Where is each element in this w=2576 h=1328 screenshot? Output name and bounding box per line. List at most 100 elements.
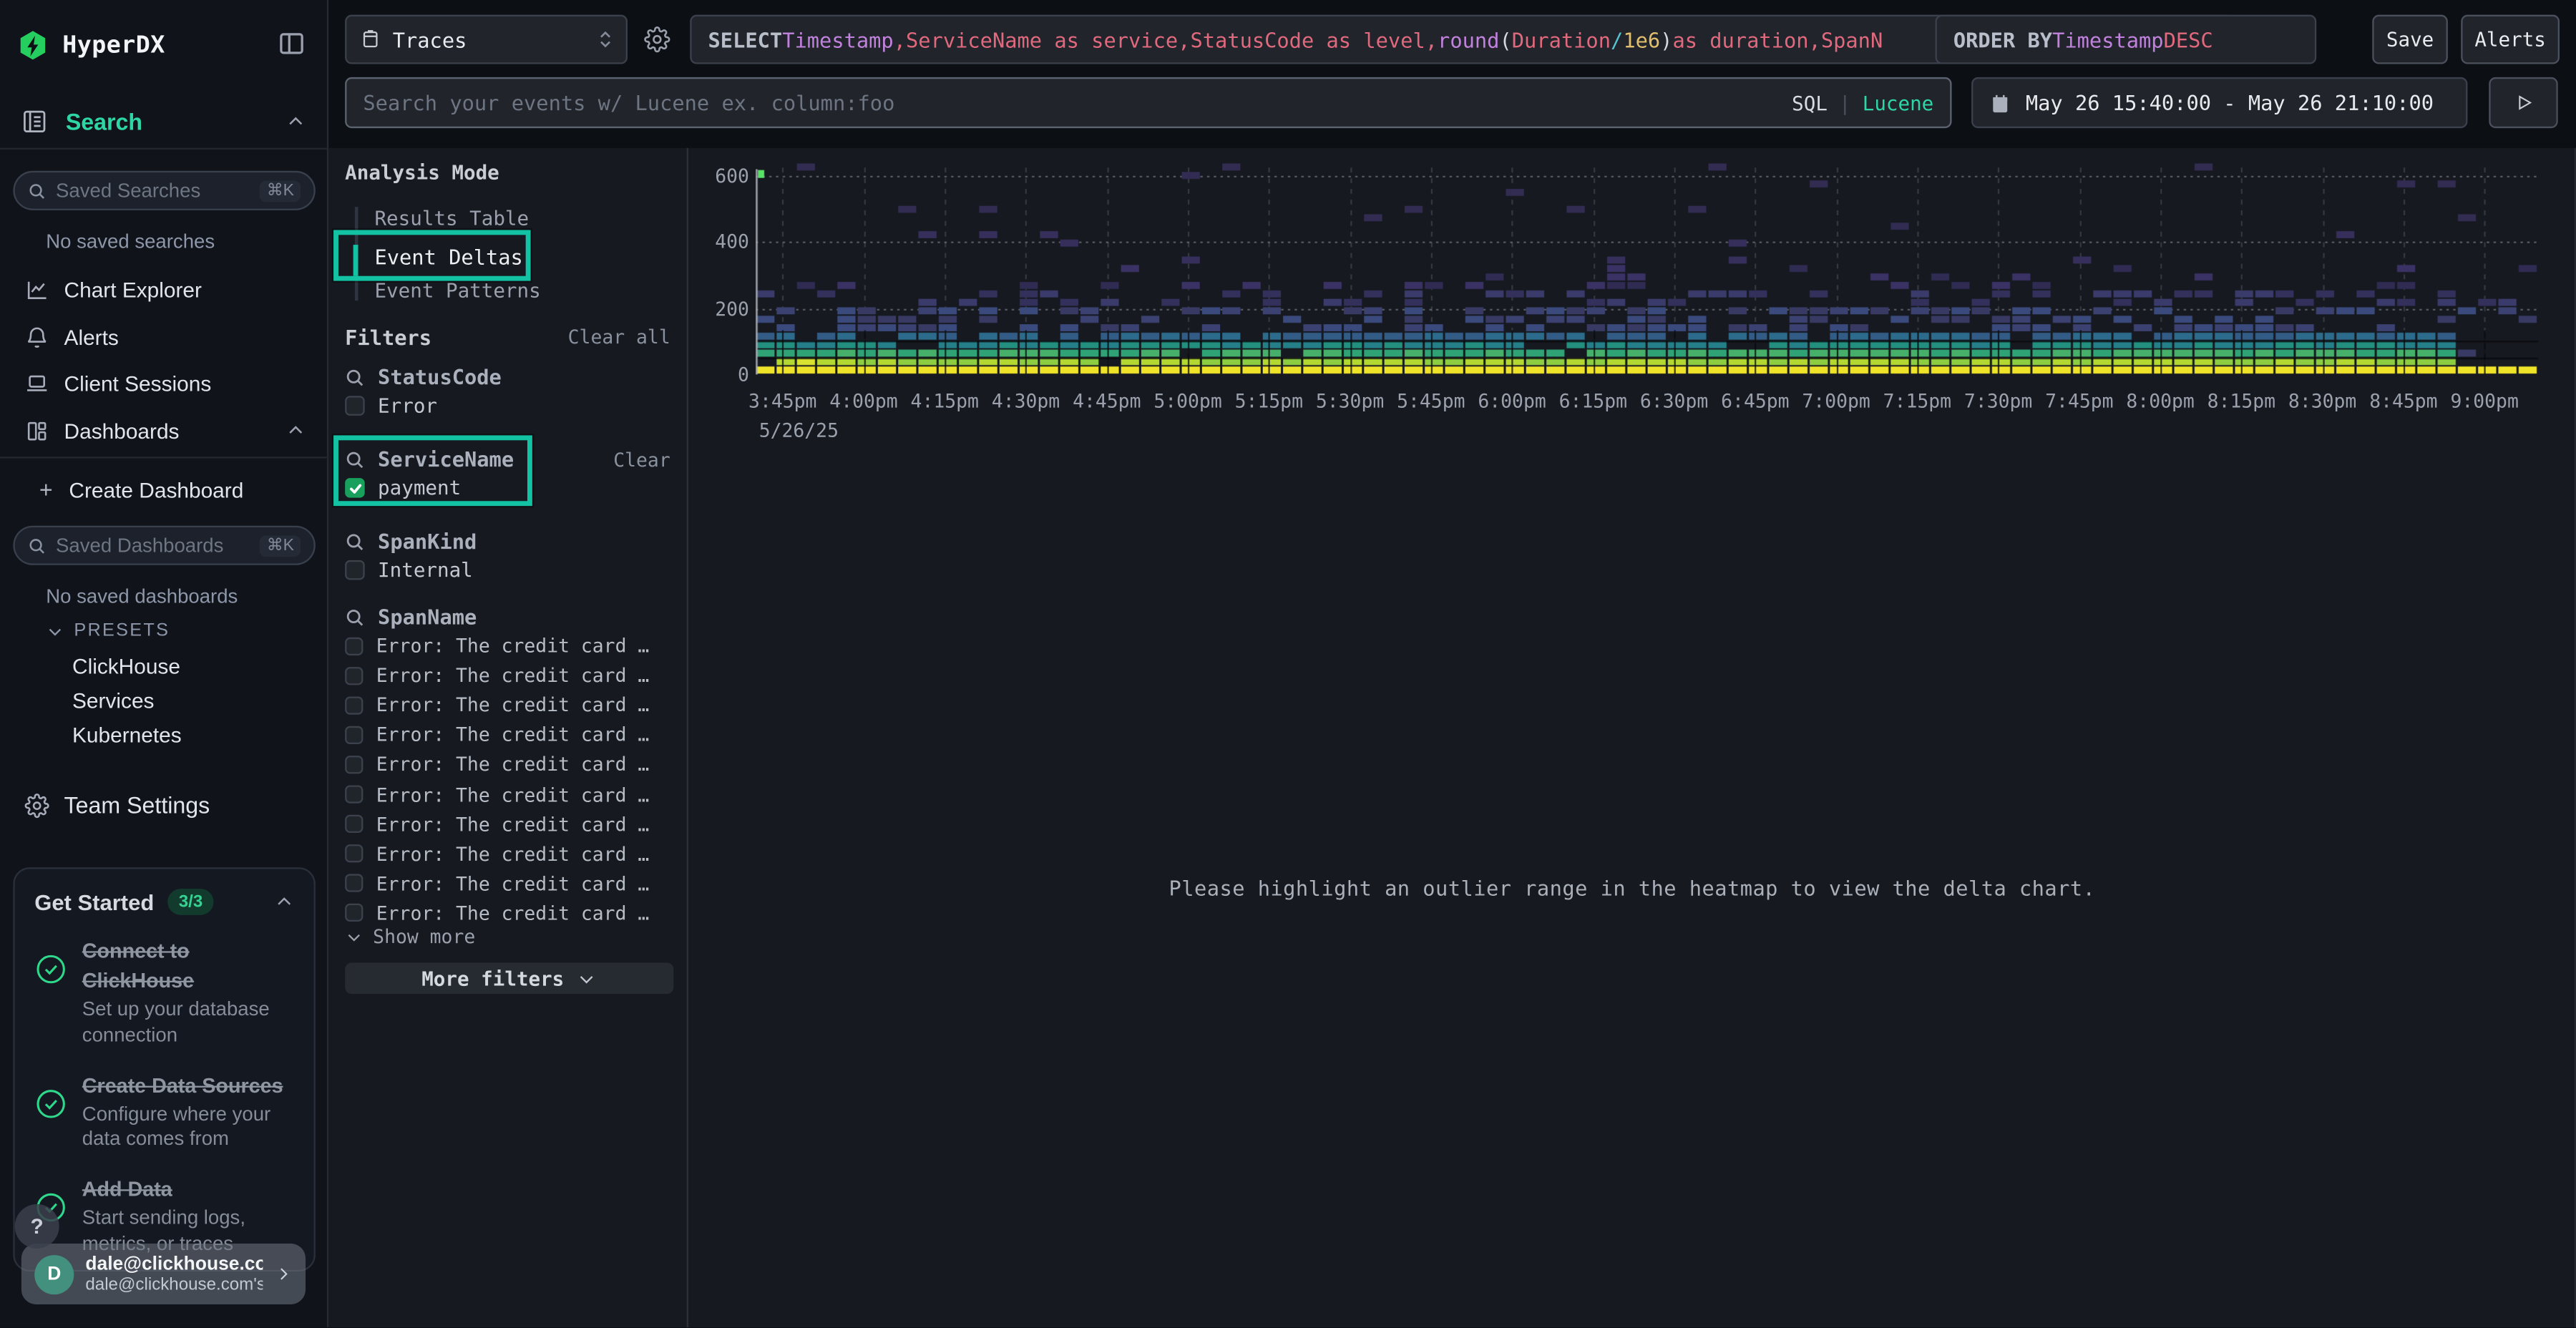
more-filters-button[interactable]: More filters [345,962,673,994]
chevron-down-icon [345,927,363,945]
filter-option-payment[interactable]: payment [345,477,461,499]
chevron-up-icon[interactable] [286,421,306,441]
sql-token: Timestamp [782,27,894,52]
spanname-option[interactable]: Error: The credit card … [345,902,649,924]
filter-option-internal[interactable]: Internal [345,559,473,582]
checkbox-unchecked[interactable] [345,904,363,922]
x-axis-tick-label: 5:15pm [1235,389,1303,412]
show-more-button[interactable]: Show more [345,925,475,948]
x-axis-tick-label: 7:45pm [2045,389,2113,412]
sidebar-item-chart-explorer[interactable]: Chart Explorer [0,268,328,311]
spanname-option[interactable]: Error: The credit card … [345,842,649,865]
spanname-option[interactable]: Error: The credit card … [345,693,649,716]
sidebar-item-client-sessions[interactable]: Client Sessions [0,361,328,404]
filter-group-spankind: SpanKind [345,529,477,553]
search-icon [345,367,365,387]
checkbox-unchecked[interactable] [345,396,365,416]
sql-token: , [894,27,906,52]
x-axis-tick-label: 7:15pm [1883,389,1951,412]
search-icon [345,532,365,552]
logo[interactable]: HyperDX [16,26,312,66]
search-icon [345,449,365,469]
filter-option-error[interactable]: Error [345,394,437,417]
duration-heatmap-canvas[interactable] [756,160,2538,375]
checkbox-unchecked[interactable] [345,756,363,773]
search-icon [28,537,46,555]
filter-option-label: Error: The credit card … [376,753,650,776]
search-input[interactable]: Search your events w/ Lucene ex. column:… [345,77,1951,128]
saved-dashboards-placeholder: Saved Dashboards [56,534,250,557]
sidebar-item-dashboards[interactable]: Dashboards [0,409,328,452]
x-axis-tick-label: 7:30pm [1964,389,2032,412]
collapse-sidebar-icon[interactable] [278,29,306,57]
clear-servicename-button[interactable]: Clear [613,449,670,472]
lucene-mode-toggle[interactable]: Lucene [1863,91,1934,114]
source-select-value: Traces [393,27,587,52]
checkbox-unchecked[interactable] [345,560,365,580]
sidebar-item-alerts[interactable]: Alerts [0,316,328,358]
sql-mode-toggle[interactable]: SQL [1792,91,1828,114]
clear-all-button[interactable]: Clear all [568,326,670,348]
spanname-option[interactable]: Error: The credit card … [345,813,649,836]
source-select[interactable]: Traces [345,15,628,64]
divider [0,456,328,458]
spanname-option[interactable]: Error: The credit card … [345,753,649,776]
create-dashboard-button[interactable]: + Create Dashboard [0,468,328,511]
get-started-item-title: Create Data Sources [82,1074,283,1097]
filter-option-label: Error: The credit card … [376,783,650,806]
checkbox-unchecked[interactable] [345,637,363,655]
checkbox-unchecked[interactable] [345,696,363,714]
mode-event-patterns[interactable]: Event Patterns [374,279,540,302]
mode-event-deltas[interactable]: Event Deltas [374,245,522,269]
sidebar-item-clickhouse[interactable]: ClickHouse [72,654,180,678]
spanname-option[interactable]: Error: The credit card … [345,664,649,687]
alerts-button[interactable]: Alerts [2461,15,2560,64]
help-button[interactable]: ? [15,1204,59,1249]
spanname-option[interactable]: Error: The credit card … [345,783,649,806]
sidebar-item-label: Chart Explorer [64,277,202,301]
sidebar-item-kubernetes[interactable]: Kubernetes [72,723,182,747]
check-circle-icon [34,1070,67,1153]
get-started-panel: Get Started 3/3 Connect to ClickHouse Se… [13,867,315,1271]
sidebar-section-search[interactable]: Search [0,95,328,150]
checkbox-unchecked[interactable] [345,874,363,892]
save-button[interactable]: Save [2372,15,2448,64]
get-started-item[interactable]: Connect to ClickHouse Set up your databa… [34,937,294,1050]
sidebar-item-team-settings[interactable]: Team Settings [0,783,328,826]
chevron-up-icon[interactable] [286,112,306,132]
run-query-button[interactable] [2489,77,2557,128]
spanname-option[interactable]: Error: The credit card … [345,723,649,746]
sidebar-item-label: Dashboards [64,418,180,442]
checkbox-unchecked[interactable] [345,845,363,863]
user-menu[interactable]: D dale@clickhouse.com dale@clickhouse.co… [21,1244,306,1304]
checkbox-unchecked[interactable] [345,815,363,833]
spanname-option[interactable]: Error: The credit card … [345,634,649,657]
x-axis-tick-label: 5:45pm [1397,389,1465,412]
spanname-option[interactable]: Error: The credit card … [345,872,649,895]
source-settings-gear-icon[interactable] [644,26,670,53]
get-started-item-title: Connect to ClickHouse [82,939,194,992]
presets-toggle[interactable]: PRESETS [46,621,170,641]
show-more-label: Show more [373,925,475,948]
avatar: D [34,1254,74,1294]
checkbox-unchecked[interactable] [345,666,363,684]
plus-icon: + [33,477,59,503]
order-by-editor[interactable]: ORDER BY Timestamp DESC [1936,15,2317,64]
sidebar-item-services[interactable]: Services [72,688,154,713]
brand-name: HyperDX [62,33,165,59]
saved-searches-input[interactable]: Saved Searches ⌘K [13,171,315,210]
checkbox-unchecked[interactable] [345,726,363,743]
create-dashboard-label: Create Dashboard [69,477,243,502]
date-range-picker[interactable]: May 26 15:40:00 - May 26 21:10:00 [1971,77,2467,128]
get-started-item[interactable]: Create Data Sources Configure where your… [34,1070,294,1153]
checkbox-unchecked[interactable] [345,785,363,803]
saved-dashboards-input[interactable]: Saved Dashboards ⌘K [13,526,315,565]
checkbox-checked[interactable] [345,478,365,498]
mode-results-table[interactable]: Results Table [374,207,529,230]
sidebar-item-label: Client Sessions [64,371,212,395]
chevron-up-icon[interactable] [274,892,294,912]
x-axis-tick-label: 3:45pm [748,389,816,412]
filters-heading: Filters [345,326,431,350]
x-axis-tick-label: 6:30pm [1640,389,1708,412]
x-axis-tick-label: 5:30pm [1316,389,1384,412]
